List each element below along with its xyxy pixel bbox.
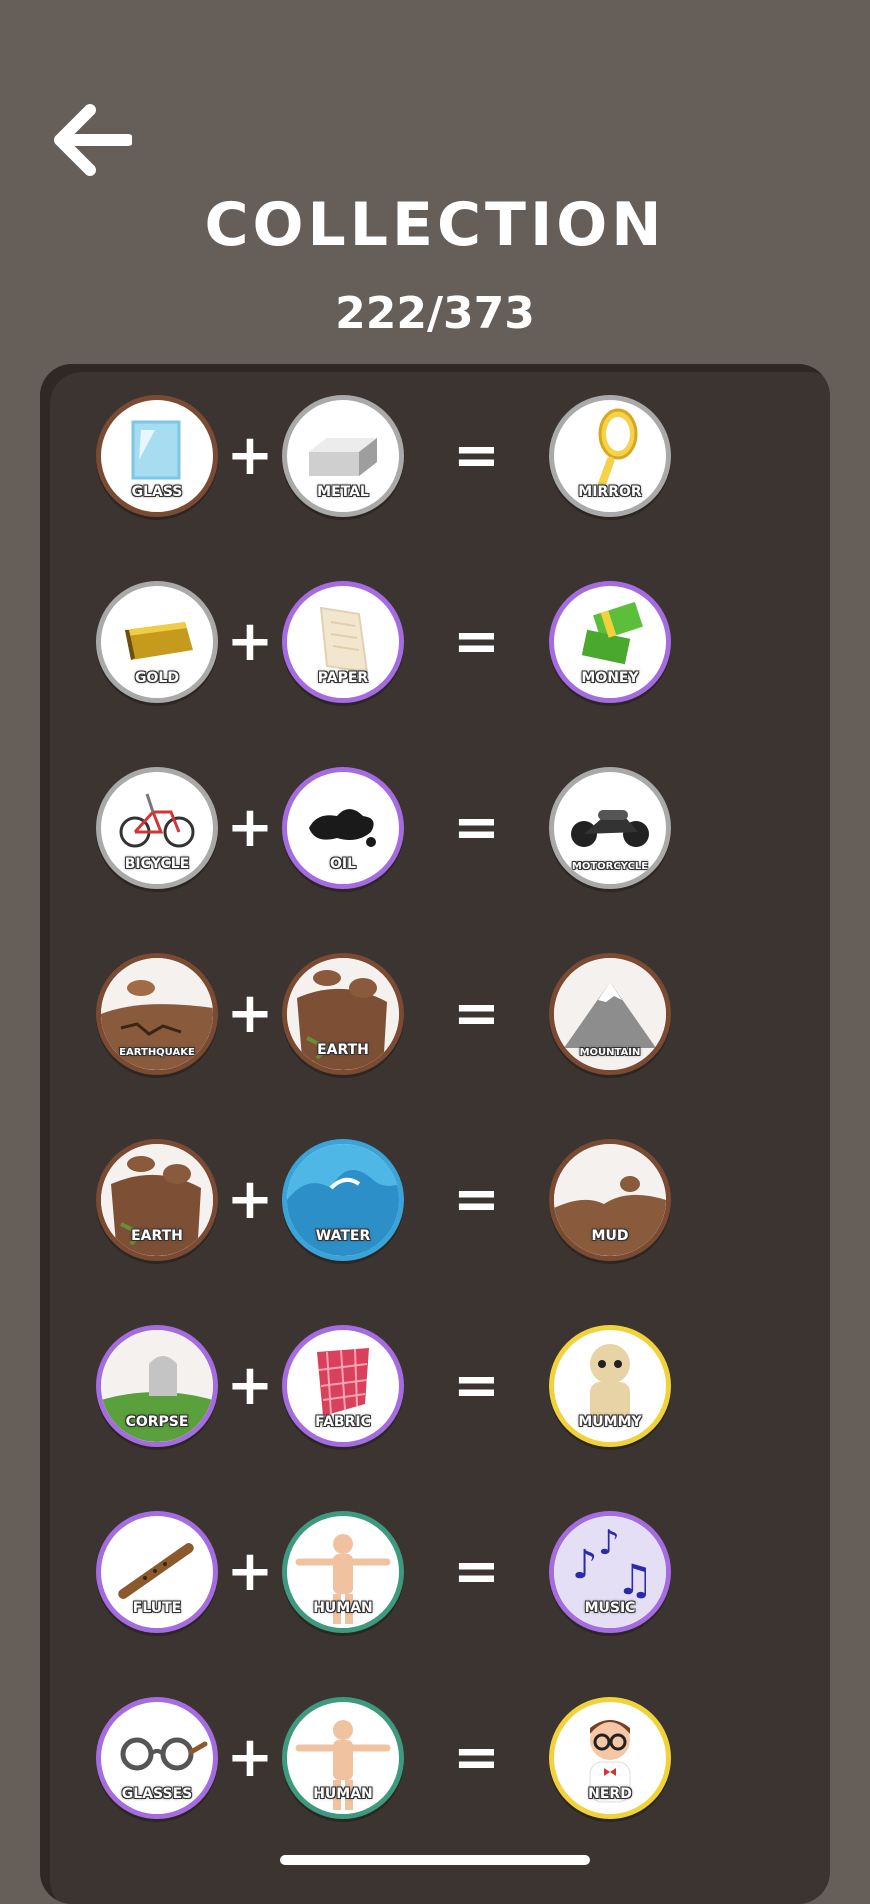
- item-corpse[interactable]: CORPSE: [96, 1325, 218, 1447]
- item-glass[interactable]: GLASS: [96, 395, 218, 517]
- item-gold[interactable]: GOLD: [96, 581, 218, 703]
- recipe-row: GLASS + METAL = MIRROR: [96, 394, 671, 518]
- recipe-row: BICYCLE + OIL = MOTORCYCLE: [96, 766, 671, 890]
- equals-sign: =: [453, 609, 500, 674]
- item-human[interactable]: HUMAN: [282, 1697, 404, 1819]
- item-glasses[interactable]: GLASSES: [96, 1697, 218, 1819]
- plus-sign: +: [226, 1725, 274, 1790]
- item-mummy[interactable]: MUMMY: [549, 1325, 671, 1447]
- recipe-list[interactable]: GLASS + METAL = MIRROR GOLD + PAPER = MO…: [40, 364, 830, 1904]
- collection-count: 222/373: [335, 288, 535, 339]
- recipe-row: GLASSES + HUMAN = NERD: [96, 1696, 671, 1820]
- equals-sign: =: [453, 1167, 500, 1232]
- plus-sign: +: [226, 1167, 274, 1232]
- item-earth[interactable]: EARTH: [96, 1139, 218, 1261]
- recipe-row: GOLD + PAPER = MONEY: [96, 580, 671, 704]
- item-earth[interactable]: EARTH: [282, 953, 404, 1075]
- plus-sign: +: [226, 795, 274, 860]
- item-mirror[interactable]: MIRROR: [549, 395, 671, 517]
- item-oil[interactable]: OIL: [282, 767, 404, 889]
- home-indicator[interactable]: [280, 1855, 590, 1865]
- svg-text:♪: ♪: [572, 1542, 598, 1588]
- item-money[interactable]: MONEY: [549, 581, 671, 703]
- item-mud[interactable]: MUD: [549, 1139, 671, 1261]
- item-human[interactable]: HUMAN: [282, 1511, 404, 1633]
- page-title: COLLECTION: [204, 190, 666, 260]
- plus-sign: +: [226, 609, 274, 674]
- item-fabric[interactable]: FABRIC: [282, 1325, 404, 1447]
- plus-sign: +: [226, 423, 274, 488]
- item-flute[interactable]: FLUTE: [96, 1511, 218, 1633]
- recipe-row: CORPSE + FABRIC = MUMMY: [96, 1324, 671, 1448]
- item-nerd[interactable]: NERD: [549, 1697, 671, 1819]
- recipe-row: FLUTE + HUMAN = ♪ ♪ ♫ MUSIC: [96, 1510, 671, 1634]
- equals-sign: =: [453, 423, 500, 488]
- back-arrow-icon[interactable]: [50, 100, 134, 180]
- item-motorcycle[interactable]: MOTORCYCLE: [549, 767, 671, 889]
- svg-text:♫: ♫: [616, 1555, 654, 1604]
- equals-sign: =: [453, 1539, 500, 1604]
- plus-sign: +: [226, 1539, 274, 1604]
- equals-sign: =: [453, 1353, 500, 1418]
- item-water[interactable]: WATER: [282, 1139, 404, 1261]
- item-music[interactable]: ♪ ♪ ♫ MUSIC: [549, 1511, 671, 1633]
- equals-sign: =: [453, 795, 500, 860]
- item-mountain[interactable]: MOUNTAIN: [549, 953, 671, 1075]
- item-metal[interactable]: METAL: [282, 395, 404, 517]
- plus-sign: +: [226, 981, 274, 1046]
- recipe-row: EARTH + WATER = MUD: [96, 1138, 671, 1262]
- item-paper[interactable]: PAPER: [282, 581, 404, 703]
- plus-sign: +: [226, 1353, 274, 1418]
- equals-sign: =: [453, 1725, 500, 1790]
- recipe-row: EARTHQUAKE + EARTH = MOUNTAIN: [96, 952, 671, 1076]
- equals-sign: =: [453, 981, 500, 1046]
- item-bicycle[interactable]: BICYCLE: [96, 767, 218, 889]
- item-earthquake[interactable]: EARTHQUAKE: [96, 953, 218, 1075]
